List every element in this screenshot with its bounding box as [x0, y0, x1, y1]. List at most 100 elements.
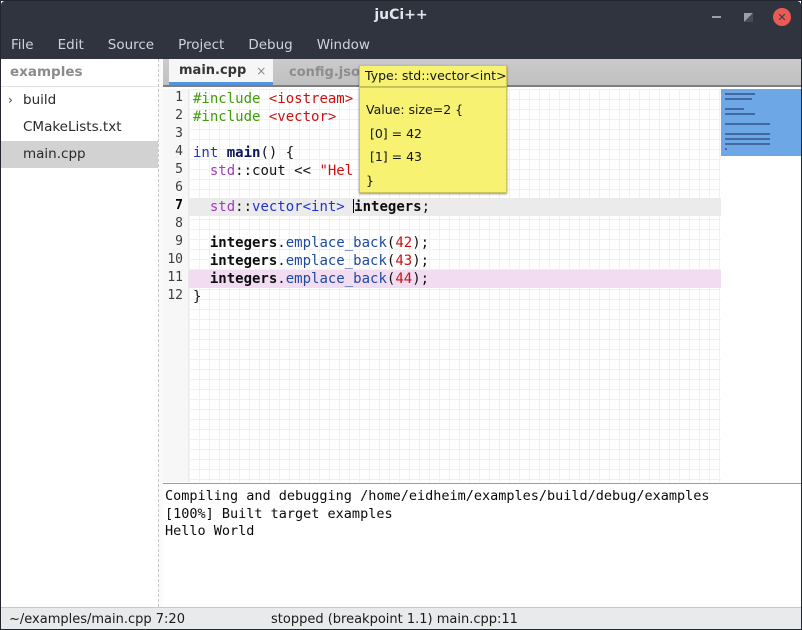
line-number[interactable]: 3: [163, 125, 188, 143]
menu-item-edit[interactable]: Edit: [58, 37, 84, 53]
code-token: [260, 109, 268, 125]
menu-item-debug[interactable]: Debug: [248, 37, 292, 53]
line-number[interactable]: 8: [163, 215, 188, 233]
code-token: integers: [210, 253, 277, 269]
minimap-line-mark: [725, 113, 755, 115]
tooltip-value-line: Value: size=2 {: [366, 98, 500, 122]
chevron-right-icon[interactable]: ›: [8, 87, 13, 114]
terminal-output-line: Compiling and debugging /home/eidheim/ex…: [165, 488, 802, 506]
minimize-button[interactable]: [707, 8, 725, 26]
code-token: <vector>: [269, 109, 336, 125]
code-token: ::cout <<: [235, 163, 319, 179]
sidebar-item-build[interactable]: › build: [1, 87, 158, 114]
line-number[interactable]: 11: [163, 269, 188, 287]
tooltip-value-line: [1] = 43: [366, 145, 500, 169]
menu-item-project[interactable]: Project: [178, 37, 224, 53]
code-token: [193, 253, 210, 269]
code-token: [193, 235, 210, 251]
code-line[interactable]: }: [189, 288, 721, 306]
minimap-viewport[interactable]: [721, 89, 801, 156]
menu-item-source[interactable]: Source: [108, 37, 154, 53]
line-number[interactable]: 1: [163, 89, 188, 107]
code-token: .: [277, 235, 285, 251]
code-token: 42: [395, 235, 412, 251]
tab-close-icon[interactable]: ×: [256, 64, 266, 78]
code-token: emplace_back: [286, 235, 387, 251]
line-number[interactable]: 12: [163, 287, 188, 305]
minimap-line-mark: [725, 148, 727, 150]
code-token: #include: [193, 91, 260, 107]
code-token: std: [210, 163, 235, 179]
file-tree-sidebar: examples › build CMakeLists.txt main.cpp: [1, 59, 158, 607]
line-number[interactable]: 10: [163, 251, 188, 269]
maximize-button[interactable]: [739, 8, 757, 26]
code-token: "Hel: [319, 163, 353, 179]
menu-bar: File Edit Source Project Debug Window: [1, 31, 801, 59]
build-output-panel[interactable]: Compiling and debugging /home/eidheim/ex…: [163, 483, 802, 607]
code-line[interactable]: integers.emplace_back(42);: [189, 234, 721, 252]
tab-label: config.json: [289, 65, 369, 80]
code-line[interactable]: integers.emplace_back(44);: [189, 270, 721, 288]
tooltip-value-line: [0] = 42: [366, 122, 500, 146]
code-token: );: [412, 235, 429, 251]
code-token: 43: [395, 253, 412, 269]
title-bar[interactable]: juCi++ ✕: [1, 1, 801, 31]
line-number-gutter[interactable]: 123456789101112: [163, 89, 189, 482]
code-token: main: [227, 145, 261, 161]
tree-item-label: CMakeLists.txt: [23, 119, 122, 135]
line-number[interactable]: 7: [163, 197, 188, 215]
maximize-icon: [744, 13, 753, 22]
code-token: emplace_back: [286, 253, 387, 269]
project-name-header: examples: [1, 59, 158, 87]
code-line[interactable]: std::vector<int> integers;: [189, 198, 721, 216]
minimap-line-mark: [725, 98, 752, 100]
code-token: <iostream>: [269, 91, 353, 107]
close-icon: ✕: [777, 12, 786, 23]
terminal-output-line: Hello World: [165, 523, 802, 541]
line-number[interactable]: 5: [163, 161, 188, 179]
code-token: .: [277, 253, 285, 269]
tree-item-label: build: [23, 92, 56, 108]
status-debug-state: stopped (breakpoint 1.1) main.cpp:11: [271, 612, 518, 627]
status-bar: ~/examples/main.cpp 7:20 stopped (breakp…: [1, 607, 801, 630]
sidebar-item-cmakelists-txt[interactable]: CMakeLists.txt: [1, 114, 158, 141]
window-title: juCi++: [1, 7, 801, 23]
code-token: [260, 91, 268, 107]
line-number[interactable]: 2: [163, 107, 188, 125]
sidebar-item-main-cpp[interactable]: main.cpp: [1, 141, 158, 168]
code-token: int: [193, 145, 218, 161]
line-number[interactable]: 4: [163, 143, 188, 161]
code-token: () {: [260, 145, 294, 161]
menu-item-file[interactable]: File: [11, 37, 34, 53]
code-token: [193, 163, 210, 179]
code-token: integers: [354, 199, 421, 215]
code-token: vector<int>: [252, 199, 345, 215]
code-token: 44: [395, 271, 412, 287]
minimap[interactable]: [721, 89, 802, 482]
code-token: [193, 271, 210, 287]
terminal-output-line: [100%] Built target examples: [165, 506, 802, 524]
tab-label: main.cpp: [179, 63, 246, 78]
tree-item-label: main.cpp: [23, 146, 86, 162]
close-button[interactable]: ✕: [773, 8, 791, 26]
code-token: emplace_back: [286, 271, 387, 287]
line-number[interactable]: 9: [163, 233, 188, 251]
code-token: [218, 145, 226, 161]
code-token: [345, 199, 353, 215]
status-file-position: ~/examples/main.cpp 7:20: [9, 612, 185, 627]
code-token: ::: [235, 199, 252, 215]
minimap-line-mark: [725, 133, 770, 135]
tab-main-cpp[interactable]: main.cpp ×: [169, 59, 273, 85]
code-token: .: [277, 271, 285, 287]
code-token: }: [193, 289, 201, 305]
code-token: [193, 199, 210, 215]
menu-item-window[interactable]: Window: [317, 37, 370, 53]
line-number[interactable]: 6: [163, 179, 188, 197]
minimap-line-mark: [725, 93, 755, 95]
minimap-line-mark: [725, 143, 770, 145]
code-token: ;: [422, 199, 430, 215]
code-token: integers: [210, 235, 277, 251]
minimize-icon: [712, 16, 721, 18]
code-line[interactable]: integers.emplace_back(43);: [189, 252, 721, 270]
code-line[interactable]: [189, 216, 721, 234]
